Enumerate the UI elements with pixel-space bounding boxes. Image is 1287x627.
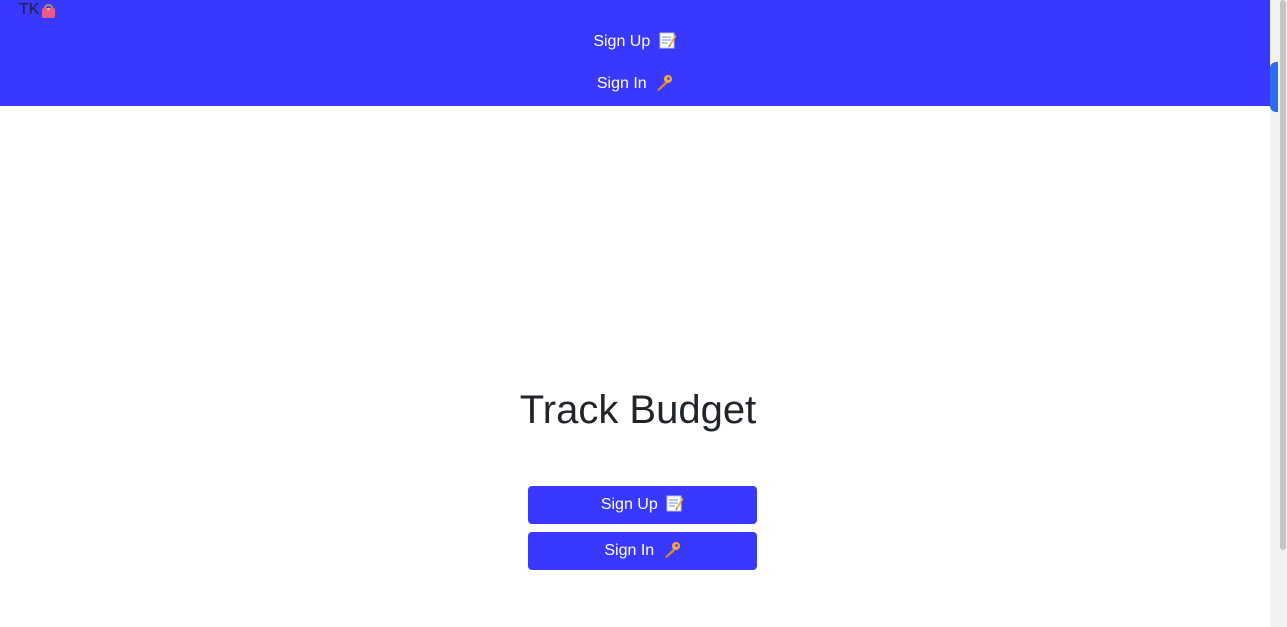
page: TK Sign Up Sign In Track Budget Sign Up …	[0, 0, 1287, 627]
nav-sign-in-link[interactable]: Sign In	[0, 74, 1270, 94]
page-title: Track Budget	[519, 388, 757, 432]
nav-sign-up-link[interactable]: Sign Up	[0, 32, 1270, 52]
nav-sign-in-label: Sign In	[596, 75, 647, 92]
nav-sign-up-label: Sign Up	[593, 33, 651, 50]
key-icon	[664, 542, 680, 558]
sign-up-button[interactable]: Sign Up	[528, 486, 757, 524]
top-navbar: TK Sign Up Sign In	[0, 0, 1270, 106]
sign-up-button-label: Sign Up	[600, 496, 658, 513]
purse-icon	[42, 3, 56, 18]
memo-icon	[659, 32, 677, 49]
sign-in-button-label: Sign In	[604, 542, 655, 559]
memo-icon	[666, 495, 684, 512]
brand-link[interactable]: TK	[19, 0, 57, 20]
scrollbar-thumb[interactable]	[1280, 0, 1286, 550]
brand-text: TK	[19, 1, 40, 18]
key-icon	[657, 75, 673, 91]
sign-in-button[interactable]: Sign In	[528, 532, 757, 570]
side-panel-tab[interactable]	[1270, 62, 1278, 112]
